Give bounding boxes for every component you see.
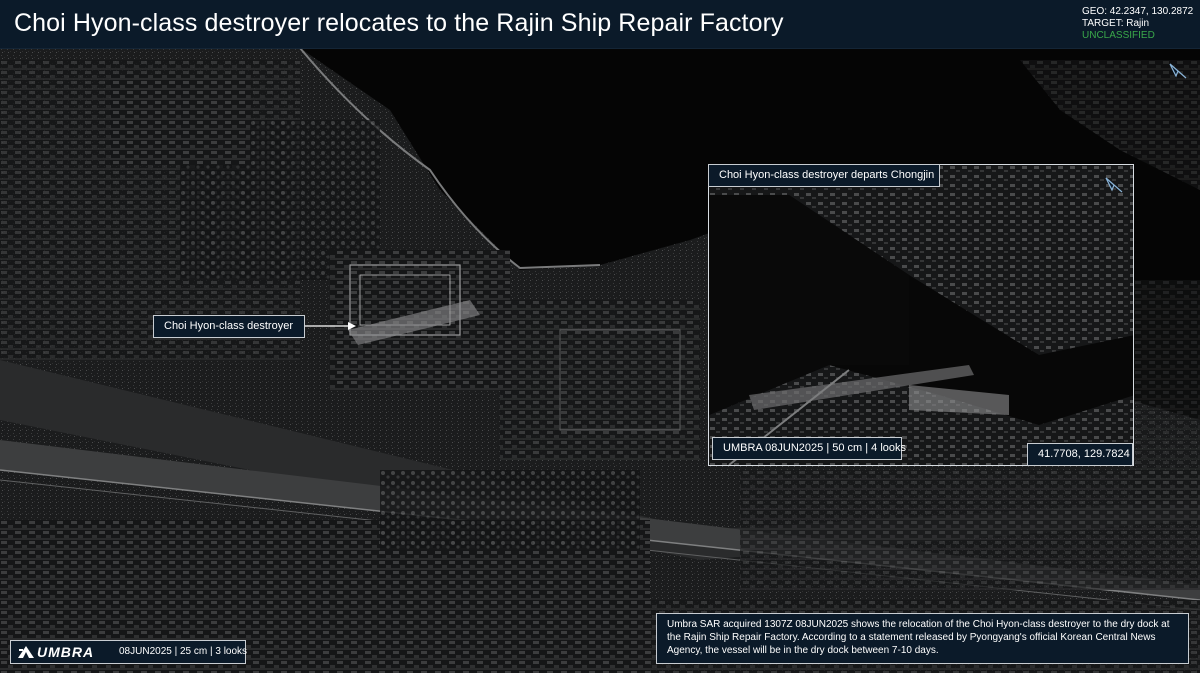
- inset-north-arrow-icon: [1105, 177, 1123, 193]
- header-bar: Choi Hyon-class destroyer relocates to t…: [0, 0, 1200, 49]
- north-arrow-icon: [1169, 63, 1187, 79]
- footer-acquisition: UMBRA 08JUN2025 | 25 cm | 3 looks: [10, 640, 248, 664]
- geo-coordinates: GEO: 42.2347, 130.2872: [1082, 6, 1194, 17]
- umbra-logo-icon: [18, 646, 34, 658]
- target-label: TARGET: Rajin: [1082, 18, 1150, 29]
- classification-label: UNCLASSIFIED: [1082, 30, 1155, 41]
- page-title: Choi Hyon-class destroyer relocates to t…: [14, 9, 784, 37]
- caption-text: Umbra SAR acquired 1307Z 08JUN2025 shows…: [667, 619, 1170, 656]
- inset-coordinates: 41.7708, 129.7824: [1027, 443, 1133, 466]
- image-metadata: GEO: 42.2347, 130.2872 TARGET: Rajin UNC…: [1082, 6, 1194, 42]
- umbra-logo-text: UMBRA: [37, 644, 95, 660]
- destroyer-annotation: Choi Hyon-class destroyer: [153, 315, 305, 338]
- footer-acquisition-text: 08JUN2025 | 25 cm | 3 looks: [119, 646, 248, 657]
- inset-image: [708, 164, 1134, 466]
- inset-sar-image: [709, 165, 1133, 465]
- caption-box: Umbra SAR acquired 1307Z 08JUN2025 shows…: [656, 613, 1189, 664]
- inset-acquisition-label: UMBRA 08JUN2025 | 50 cm | 4 looks: [712, 437, 906, 460]
- inset-title: Choi Hyon-class destroyer departs Chongj…: [708, 164, 940, 187]
